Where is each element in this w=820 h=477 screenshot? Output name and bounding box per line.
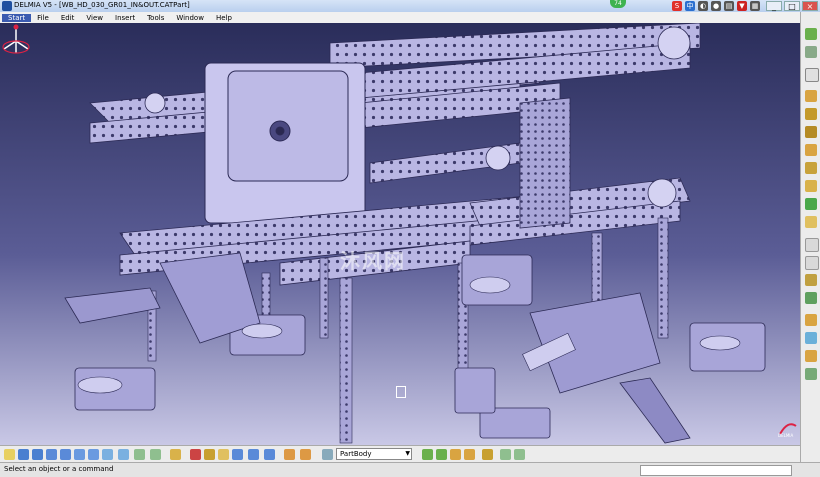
analysis-icon[interactable] [805,350,817,362]
trim-icon[interactable] [514,449,525,460]
shaft-icon[interactable] [805,108,817,120]
3ds-logo-icon: DELMIA [778,423,797,438]
bottom-toolbar: PartBody ▼ [0,445,800,463]
normal-view-icon[interactable] [102,449,113,460]
app-icon [2,1,12,11]
chevron-down-icon[interactable]: ▼ [405,449,410,459]
menu-edit[interactable]: Edit [55,14,81,22]
notification-badge-count: 74 [614,0,622,7]
constraint-dialog-icon[interactable] [300,449,311,460]
title-bar: DELMIA V5 - [WB_HD_030_GR01_IN&OUT.CATPa… [0,0,820,12]
menu-file[interactable]: File [31,14,55,22]
fly-mode-icon[interactable] [18,449,29,460]
sketch-icon[interactable] [805,28,817,40]
draft-icon[interactable] [805,180,817,192]
fit-all-icon[interactable] [32,449,43,460]
tray-shirt-icon[interactable]: ▼ [737,1,747,11]
translate-icon[interactable] [805,238,819,252]
pattern-icon[interactable] [805,274,817,286]
pad-icon[interactable] [805,46,817,58]
thickness-icon[interactable] [805,216,817,228]
constraint-icon[interactable] [284,449,295,460]
line-icon[interactable] [248,449,259,460]
menu-view[interactable]: View [80,14,109,22]
hole-icon[interactable] [805,126,817,138]
sweep-icon[interactable] [450,449,461,460]
3d-viewport[interactable]: 沐风网 DELMIA [0,23,800,445]
window-title: DELMIA V5 - [WB_HD_030_GR01_IN&OUT.CATPa… [14,1,190,9]
fillet-icon[interactable] [805,144,817,156]
pan-icon[interactable] [46,449,57,460]
blend-icon[interactable] [464,449,475,460]
restore-button[interactable]: □ [784,1,800,11]
body-icon[interactable] [204,449,215,460]
scale-icon[interactable] [805,292,817,304]
upper-frame [89,23,701,184]
plane-icon[interactable] [264,449,275,460]
apply-material-icon[interactable] [805,368,817,380]
window-controls: _ □ × [766,1,818,11]
rotate-icon[interactable] [60,449,71,460]
menu-window[interactable]: Window [170,14,210,22]
tray-s-icon[interactable]: S [672,1,682,11]
menu-help[interactable]: Help [210,14,238,22]
menu-start[interactable]: Start [2,13,32,22]
tray-mic-icon[interactable]: ● [711,1,721,11]
right-toolbar [800,12,820,462]
status-message: Select an object or a command [4,465,114,473]
minimize-button[interactable]: _ [766,1,782,11]
svg-text:DELMIA: DELMIA [778,433,793,438]
update-icon[interactable] [170,449,181,460]
cursor-marker [396,386,406,398]
tray-grid-icon[interactable]: ▦ [750,1,760,11]
menu-insert[interactable]: Insert [109,14,141,22]
geometrical-set-icon[interactable] [218,449,229,460]
close-button[interactable]: × [802,1,818,11]
compass-icon[interactable] [0,23,32,59]
chamfer-icon[interactable] [805,162,817,174]
revolve-icon[interactable] [436,449,447,460]
tray-moon-icon[interactable]: ◐ [698,1,708,11]
select-icon[interactable] [4,449,15,460]
zoom-in-icon[interactable] [74,449,85,460]
join-icon[interactable] [482,449,493,460]
shell-icon[interactable] [805,198,817,210]
axis-system-icon[interactable] [190,449,201,460]
measure-icon[interactable] [805,332,817,344]
tray-keyboard-icon[interactable]: ▤ [724,1,734,11]
extrude-icon[interactable] [422,449,433,460]
split-icon[interactable] [500,449,511,460]
quick-view-icon[interactable] [118,449,129,460]
part-body-select[interactable]: PartBody ▼ [336,448,412,460]
pocket-icon[interactable] [805,90,817,102]
zoom-out-icon[interactable] [88,449,99,460]
part-body-value: PartBody [340,450,372,458]
mirror-icon[interactable] [805,256,819,270]
shading-icon[interactable] [134,449,145,460]
instant-analysis-icon[interactable] [322,449,333,460]
hide-show-icon[interactable] [150,449,161,460]
exit-icon[interactable] [805,68,819,82]
tray-ime-icon[interactable]: 中 [685,1,695,11]
point-icon[interactable] [232,449,243,460]
boolean-icon[interactable] [805,314,817,326]
part-model[interactable] [0,23,800,445]
menu-tools[interactable]: Tools [141,14,170,22]
watermark: 沐风网 [340,249,406,273]
notification-badge: 74 [610,0,626,8]
system-tray: S 中 ◐ ● ▤ ▼ ▦ [672,1,760,11]
status-bar: Select an object or a command [0,462,820,477]
mounting-plate [204,62,366,224]
command-input[interactable] [640,465,792,476]
